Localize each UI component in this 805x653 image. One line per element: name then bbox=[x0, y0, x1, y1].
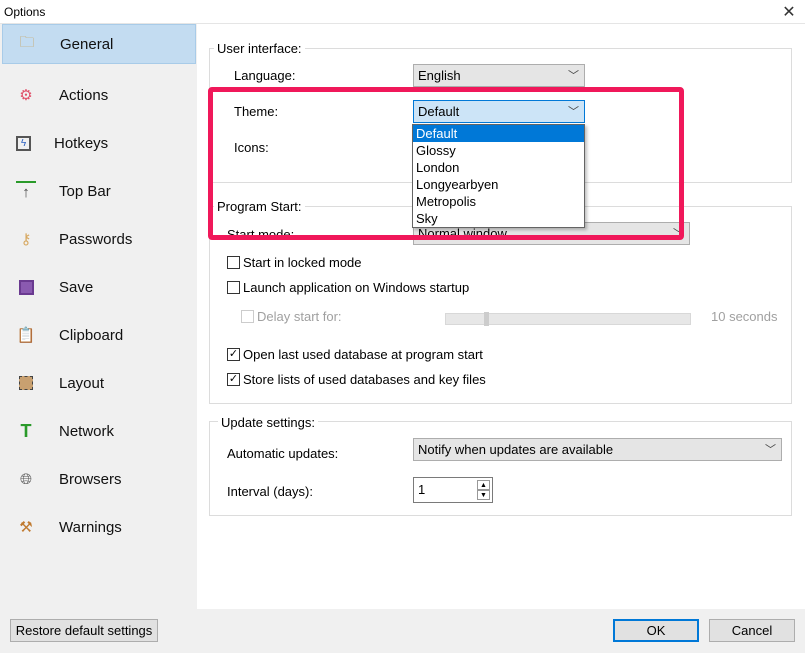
gavel-icon: ⚒ bbox=[19, 519, 33, 536]
window-title: Options bbox=[4, 5, 46, 19]
spin-down-icon[interactable]: ▼ bbox=[477, 490, 490, 500]
checkbox-box: ✓ bbox=[227, 348, 240, 361]
delay-slider[interactable] bbox=[445, 312, 691, 326]
sidebar-item-label: Actions bbox=[59, 86, 109, 104]
sidebar-item-passwords[interactable]: ⚷ Passwords bbox=[2, 219, 196, 259]
sidebar: 🗀 General ⚙ Actions ϟ Hotkeys ↑ Top Bar ⚷ Pas… bbox=[0, 24, 197, 609]
checkbox-box bbox=[227, 281, 240, 294]
network-icon: T bbox=[20, 420, 32, 441]
sidebar-item-general[interactable]: 🗀 General bbox=[2, 24, 196, 64]
theme-option[interactable]: Metropolis bbox=[413, 193, 584, 210]
close-icon[interactable]: ✕ bbox=[778, 2, 800, 22]
floppy-disk-icon bbox=[16, 277, 36, 297]
theme-option[interactable]: London bbox=[413, 159, 584, 176]
sidebar-item-clipboard[interactable]: 📋 Clipboard bbox=[2, 315, 196, 355]
automatic-updates-select[interactable]: Notify when updates are available ﹀ bbox=[413, 438, 782, 461]
interval-spinner[interactable]: 1 ▲ ▼ bbox=[413, 477, 493, 503]
checkbox-box bbox=[241, 310, 254, 323]
sidebar-item-hotkeys[interactable]: ϟ Hotkeys bbox=[2, 123, 196, 163]
ok-button[interactable]: OK bbox=[613, 619, 699, 642]
language-value: English bbox=[418, 68, 461, 83]
globe-icon: 🌐︎ bbox=[19, 470, 32, 488]
lightning-icon: ϟ bbox=[16, 135, 31, 151]
cancel-button[interactable]: Cancel bbox=[709, 619, 795, 642]
sidebar-item-label: Passwords bbox=[59, 230, 133, 248]
sidebar-item-actions[interactable]: ⚙ Actions bbox=[2, 75, 196, 115]
theme-option[interactable]: Default bbox=[413, 125, 584, 142]
sidebar-item-browsers[interactable]: 🌐︎ Browsers bbox=[2, 459, 196, 499]
sidebar-item-label: Layout bbox=[59, 374, 105, 392]
theme-dropdown-list: Default Glossy London Longyearbyen Metro… bbox=[412, 124, 585, 228]
theme-option[interactable]: Sky bbox=[413, 210, 584, 227]
chevron-down-icon: ﹀ bbox=[568, 70, 579, 82]
restore-defaults-button[interactable]: Restore default settings bbox=[10, 619, 158, 642]
checkbox-label: Store lists of used databases and key fi… bbox=[243, 372, 486, 387]
sidebar-item-layout[interactable]: Layout bbox=[2, 363, 196, 403]
footer: Restore default settings OK Cancel bbox=[0, 609, 805, 653]
language-select[interactable]: English ﹀ bbox=[413, 64, 585, 87]
automatic-updates-value: Notify when updates are available bbox=[418, 442, 614, 457]
checkbox-box: ✓ bbox=[227, 373, 240, 386]
clipboard-icon: 📋 bbox=[16, 327, 36, 344]
automatic-updates-label: Automatic updates: bbox=[227, 446, 339, 461]
title-bar: Options ✕ bbox=[0, 0, 805, 24]
user-interface-title: User interface: bbox=[214, 41, 305, 56]
arrow-up-bar-icon: ↑ bbox=[16, 181, 36, 201]
launch-startup-checkbox[interactable]: Launch application on Windows startup bbox=[227, 280, 469, 295]
gear-icon: ⚙ bbox=[19, 87, 33, 104]
sidebar-item-save[interactable]: Save bbox=[2, 267, 196, 307]
checkbox-label: Launch application on Windows startup bbox=[243, 280, 470, 295]
checkbox-label: Open last used database at program start bbox=[243, 347, 483, 362]
theme-option[interactable]: Longyearbyen bbox=[413, 176, 584, 193]
update-settings-title: Update settings: bbox=[218, 415, 318, 430]
layout-icon bbox=[16, 373, 36, 393]
language-label: Language: bbox=[234, 68, 296, 83]
sidebar-item-label: Hotkeys bbox=[54, 134, 109, 152]
sidebar-item-warnings[interactable]: ⚒ Warnings bbox=[2, 507, 196, 547]
sidebar-item-label: Warnings bbox=[59, 518, 122, 536]
sidebar-item-label: Browsers bbox=[59, 470, 122, 488]
delay-start-checkbox[interactable]: Delay start for: bbox=[241, 309, 342, 324]
sidebar-item-top-bar[interactable]: ↑ Top Bar bbox=[2, 171, 196, 211]
start-locked-checkbox[interactable]: Start in locked mode bbox=[227, 255, 362, 270]
interval-value: 1 bbox=[418, 482, 426, 497]
chevron-down-icon: ﹀ bbox=[765, 444, 776, 456]
sidebar-item-label: Top Bar bbox=[59, 182, 111, 200]
spin-up-icon[interactable]: ▲ bbox=[477, 480, 490, 490]
key-icon: ⚷ bbox=[20, 231, 32, 248]
checkbox-box bbox=[227, 256, 240, 269]
checkbox-label: Delay start for: bbox=[257, 309, 342, 324]
sidebar-item-network[interactable]: T Network bbox=[2, 411, 196, 451]
store-lists-checkbox[interactable]: ✓ Store lists of used databases and key f… bbox=[227, 372, 486, 387]
theme-option[interactable]: Glossy bbox=[413, 142, 584, 159]
slider-thumb[interactable] bbox=[484, 312, 489, 326]
sidebar-item-label: Save bbox=[59, 278, 94, 296]
sidebar-item-label: Network bbox=[59, 422, 115, 440]
open-last-checkbox[interactable]: ✓ Open last used database at program star… bbox=[227, 347, 483, 362]
sidebar-item-label: General bbox=[60, 35, 114, 53]
folder-tools-icon: 🗀 bbox=[19, 33, 35, 51]
update-settings-group bbox=[209, 421, 792, 516]
checkbox-label: Start in locked mode bbox=[243, 255, 362, 270]
interval-label: Interval (days): bbox=[227, 484, 313, 499]
delay-value: 10 seconds bbox=[711, 309, 778, 324]
sidebar-item-label: Clipboard bbox=[59, 326, 124, 344]
